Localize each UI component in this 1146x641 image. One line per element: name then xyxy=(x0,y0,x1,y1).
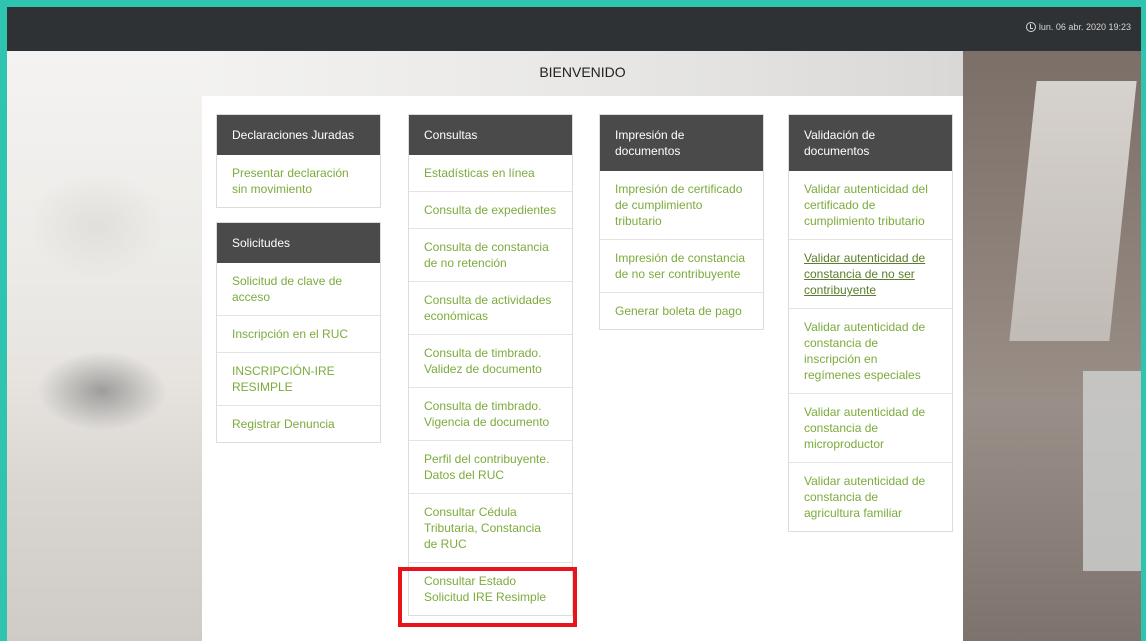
column-consultas: Consultas Estadísticas en línea Consulta… xyxy=(408,114,573,630)
background-photo-left xyxy=(7,51,202,641)
clock-icon xyxy=(1025,22,1036,32)
background-photo-right xyxy=(963,51,1141,641)
card-impresion-documentos: Impresión de documentos Impresión de cer… xyxy=(599,114,764,330)
card-consultas: Consultas Estadísticas en línea Consulta… xyxy=(408,114,573,616)
clock-text: lun. 06 abr. 2020 19:23 xyxy=(1038,22,1131,32)
header-band: BIENVENIDO xyxy=(202,51,963,96)
menu-item-estadisticas[interactable]: Estadísticas en línea xyxy=(409,155,572,192)
card-header: Validación de documentos xyxy=(789,115,952,171)
menu-item-consulta-expedientes[interactable]: Consulta de expedientes xyxy=(409,192,572,229)
menu-item-impresion-constancia[interactable]: Impresión de constancia de no ser contri… xyxy=(600,240,763,293)
column-validacion: Validación de documentos Validar autenti… xyxy=(788,114,953,546)
card-solicitudes: Solicitudes Solicitud de clave de acceso… xyxy=(216,222,381,443)
menu-item-generar-boleta[interactable]: Generar boleta de pago xyxy=(600,293,763,329)
menu-item-consulta-actividades[interactable]: Consulta de actividades económicas xyxy=(409,282,572,335)
card-declaraciones-juradas: Declaraciones Juradas Presentar declarac… xyxy=(216,114,381,208)
card-header: Impresión de documentos xyxy=(600,115,763,171)
menu-item-solicitud-clave[interactable]: Solicitud de clave de acceso xyxy=(217,263,380,316)
menu-item-impresion-certificado[interactable]: Impresión de certificado de cumplimiento… xyxy=(600,171,763,240)
main-content: BIENVENIDO Declaraciones Juradas Present… xyxy=(202,51,963,641)
column-declaraciones: Declaraciones Juradas Presentar declarac… xyxy=(216,114,381,457)
menu-item-validar-agricultura[interactable]: Validar autenticidad de constancia de ag… xyxy=(789,463,952,531)
menu-item-registrar-denuncia[interactable]: Registrar Denuncia xyxy=(217,406,380,442)
top-bar: lun. 06 abr. 2020 19:23 xyxy=(7,7,1141,51)
menu-item-validar-regimenes[interactable]: Validar autenticidad de constancia de in… xyxy=(789,309,952,394)
menu-item-timbrado-vigencia[interactable]: Consulta de timbrado. Vigencia de docume… xyxy=(409,388,572,441)
menu-item-validar-no-contribuyente[interactable]: Validar autenticidad de constancia de no… xyxy=(789,240,952,309)
card-header: Solicitudes xyxy=(217,223,380,263)
menu-item-consulta-no-retencion[interactable]: Consulta de constancia de no retención xyxy=(409,229,572,282)
menu-item-presentar-declaracion[interactable]: Presentar declaración sin movimiento xyxy=(217,155,380,207)
card-header: Consultas xyxy=(409,115,572,155)
menu-item-cedula-tributaria[interactable]: Consultar Cédula Tributaria, Constancia … xyxy=(409,494,572,563)
menu-item-validar-certificado[interactable]: Validar autenticidad del certificado de … xyxy=(789,171,952,240)
menu-item-perfil-contribuyente[interactable]: Perfil del contribuyente. Datos del RUC xyxy=(409,441,572,494)
page-title: BIENVENIDO xyxy=(539,64,626,80)
clock: lun. 06 abr. 2020 19:23 xyxy=(1025,22,1131,32)
card-validacion-documentos: Validación de documentos Validar autenti… xyxy=(788,114,953,532)
highlight-annotation-box xyxy=(398,567,577,627)
column-impresion: Impresión de documentos Impresión de cer… xyxy=(599,114,764,344)
browser-frame: lun. 06 abr. 2020 19:23 BIENVENIDO Decla… xyxy=(7,7,1141,641)
menu-item-timbrado-validez[interactable]: Consulta de timbrado. Validez de documen… xyxy=(409,335,572,388)
menu-item-validar-microproductor[interactable]: Validar autenticidad de constancia de mi… xyxy=(789,394,952,463)
menu-item-inscripcion-ire-resimple[interactable]: INSCRIPCIÓN-IRE RESIMPLE xyxy=(217,353,380,406)
menu-item-inscripcion-ruc[interactable]: Inscripción en el RUC xyxy=(217,316,380,353)
card-header: Declaraciones Juradas xyxy=(217,115,380,155)
